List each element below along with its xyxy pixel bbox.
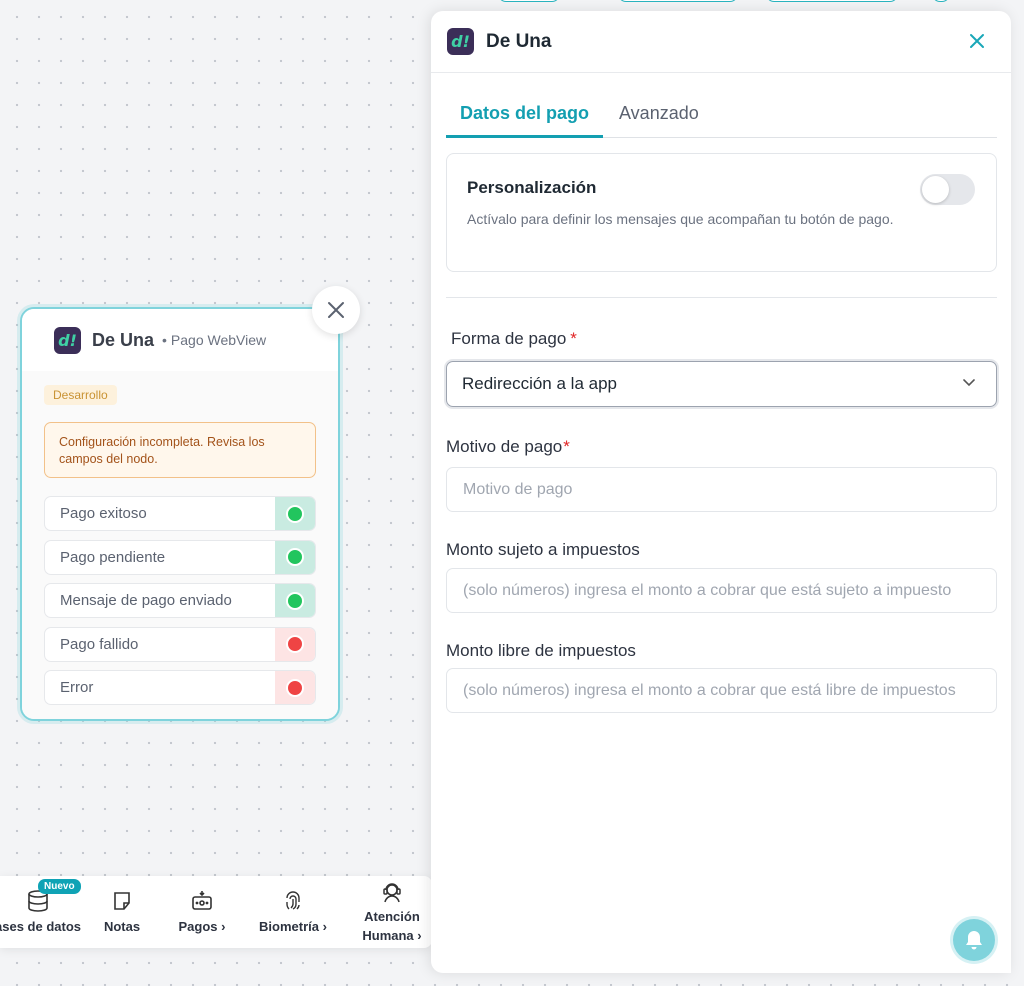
bell-icon [966, 931, 982, 950]
toolbar-label: Atención Humana › [362, 907, 421, 945]
divider [446, 297, 997, 298]
personalization-title: Personalización [467, 178, 597, 197]
toolbar-label: Pagos › [178, 919, 226, 934]
top-canvas-button[interactable] [932, 0, 950, 2]
payments-icon [192, 891, 212, 910]
output-row: Pago pendiente [44, 539, 316, 575]
taxable-amount-label: Monto sujeto a impuestos [446, 540, 640, 559]
node-subtitle: • Pago WebView [162, 332, 267, 348]
tab-datos-del-pago[interactable]: Datos del pago [460, 103, 589, 124]
node-header: d! De Una • Pago WebView [22, 309, 338, 371]
node-body: Desarrollo Configuración incompleta. Rev… [22, 371, 338, 719]
toolbar-item-human-attention[interactable]: Atención Humana › [356, 876, 428, 948]
top-canvas-button[interactable] [498, 0, 560, 2]
toolbar-label: Biometría › [259, 919, 327, 934]
top-canvas-button[interactable] [766, 0, 898, 2]
bottom-toolbar: ases de datos Nuevo Notas Pagos › Biomet… [0, 876, 432, 948]
output-handle[interactable] [275, 497, 315, 530]
output-label: Pago exitoso [60, 505, 147, 522]
status-badge: Desarrollo [44, 385, 117, 405]
deuna-node-card[interactable]: d! De Una • Pago WebView Desarrollo Confi… [20, 307, 340, 721]
toolbar-label: Notas [103, 919, 141, 934]
panel-tabs: Datos del pago Avanzado [446, 97, 997, 138]
fingerprint-icon [286, 891, 300, 910]
output-handle[interactable] [275, 627, 315, 661]
error-dot-icon [286, 678, 304, 697]
personalization-card: Personalización Actívalo para definir lo… [446, 153, 997, 272]
notifications-button[interactable] [953, 919, 995, 961]
toolbar-label-line1: Atención [364, 909, 420, 924]
toggle-knob [922, 176, 949, 203]
agent-icon [383, 883, 401, 903]
output-label: Error [60, 679, 94, 696]
payment-method-select[interactable]: Redirección a la app [446, 361, 997, 407]
tax-free-amount-input[interactable]: (solo números) ingresa el monto a cobrar… [446, 668, 997, 713]
taxable-amount-input[interactable]: (solo números) ingresa el monto a cobrar… [446, 568, 997, 613]
node-subtitle-text: Pago WebView [170, 332, 267, 348]
panel-title: De Una [486, 30, 552, 52]
incomplete-config-warning: Configuración incompleta. Revisa los cam… [44, 422, 316, 478]
payment-reason-input[interactable]: Motivo de pago [446, 467, 997, 512]
payment-reason-label: Motivo de pago* [446, 437, 570, 457]
node-title: De Una [92, 329, 155, 350]
payment-method-value: Redirección a la app [462, 374, 617, 393]
tax-free-amount-label: Monto libre de impuestos [446, 641, 636, 660]
required-mark: * [570, 329, 577, 348]
top-canvas-button[interactable] [618, 0, 738, 2]
toolbar-label-line2: Humana › [362, 928, 422, 943]
note-icon [114, 892, 130, 910]
close-icon [328, 302, 344, 318]
toolbar-item-notes[interactable]: Notas [96, 876, 148, 948]
personalization-toggle[interactable] [920, 174, 975, 205]
node-outputs: Pago exitoso Pago pendiente Mensaje de p… [44, 496, 316, 705]
panel-close-button[interactable] [969, 28, 985, 56]
new-badge: Nuevo [38, 879, 81, 894]
output-row: Mensaje de pago enviado [44, 583, 316, 618]
output-row: Pago fallido [44, 626, 316, 662]
success-dot-icon [286, 548, 304, 566]
payment-method-label: Forma de pago * [451, 329, 577, 349]
panel-header: d! De Una [431, 11, 1011, 73]
toolbar-item-payments[interactable]: Pagos › [170, 876, 234, 948]
toolbar-label: ases de datos [0, 919, 81, 934]
success-dot-icon [286, 504, 304, 523]
payment-reason-label-text: Motivo de pago [446, 437, 563, 456]
output-label: Mensaje de pago enviado [60, 592, 232, 609]
deuna-logo: d! [54, 326, 81, 354]
active-tab-indicator [446, 135, 603, 138]
node-close-button[interactable] [312, 286, 360, 334]
close-icon [970, 34, 984, 48]
node-config-panel: d! De Una Datos del pago Avanzado Person… [431, 11, 1011, 973]
personalization-description: Actívalo para definir los mensajes que a… [467, 211, 894, 227]
success-dot-icon [286, 591, 304, 610]
output-row: Error [44, 670, 316, 705]
output-label: Pago pendiente [60, 548, 166, 566]
output-row: Pago exitoso [44, 496, 316, 531]
error-dot-icon [286, 635, 304, 653]
toolbar-item-biometrics[interactable]: Biometría › [254, 876, 332, 948]
chevron-down-icon [963, 379, 975, 387]
output-handle[interactable] [275, 540, 315, 574]
output-handle[interactable] [275, 584, 315, 617]
deuna-logo: d! [447, 28, 474, 55]
required-mark: * [563, 437, 570, 456]
tab-avanzado[interactable]: Avanzado [619, 103, 699, 124]
output-label: Pago fallido [60, 635, 139, 653]
payment-method-label-text: Forma de pago [451, 329, 567, 348]
output-handle[interactable] [275, 671, 315, 704]
